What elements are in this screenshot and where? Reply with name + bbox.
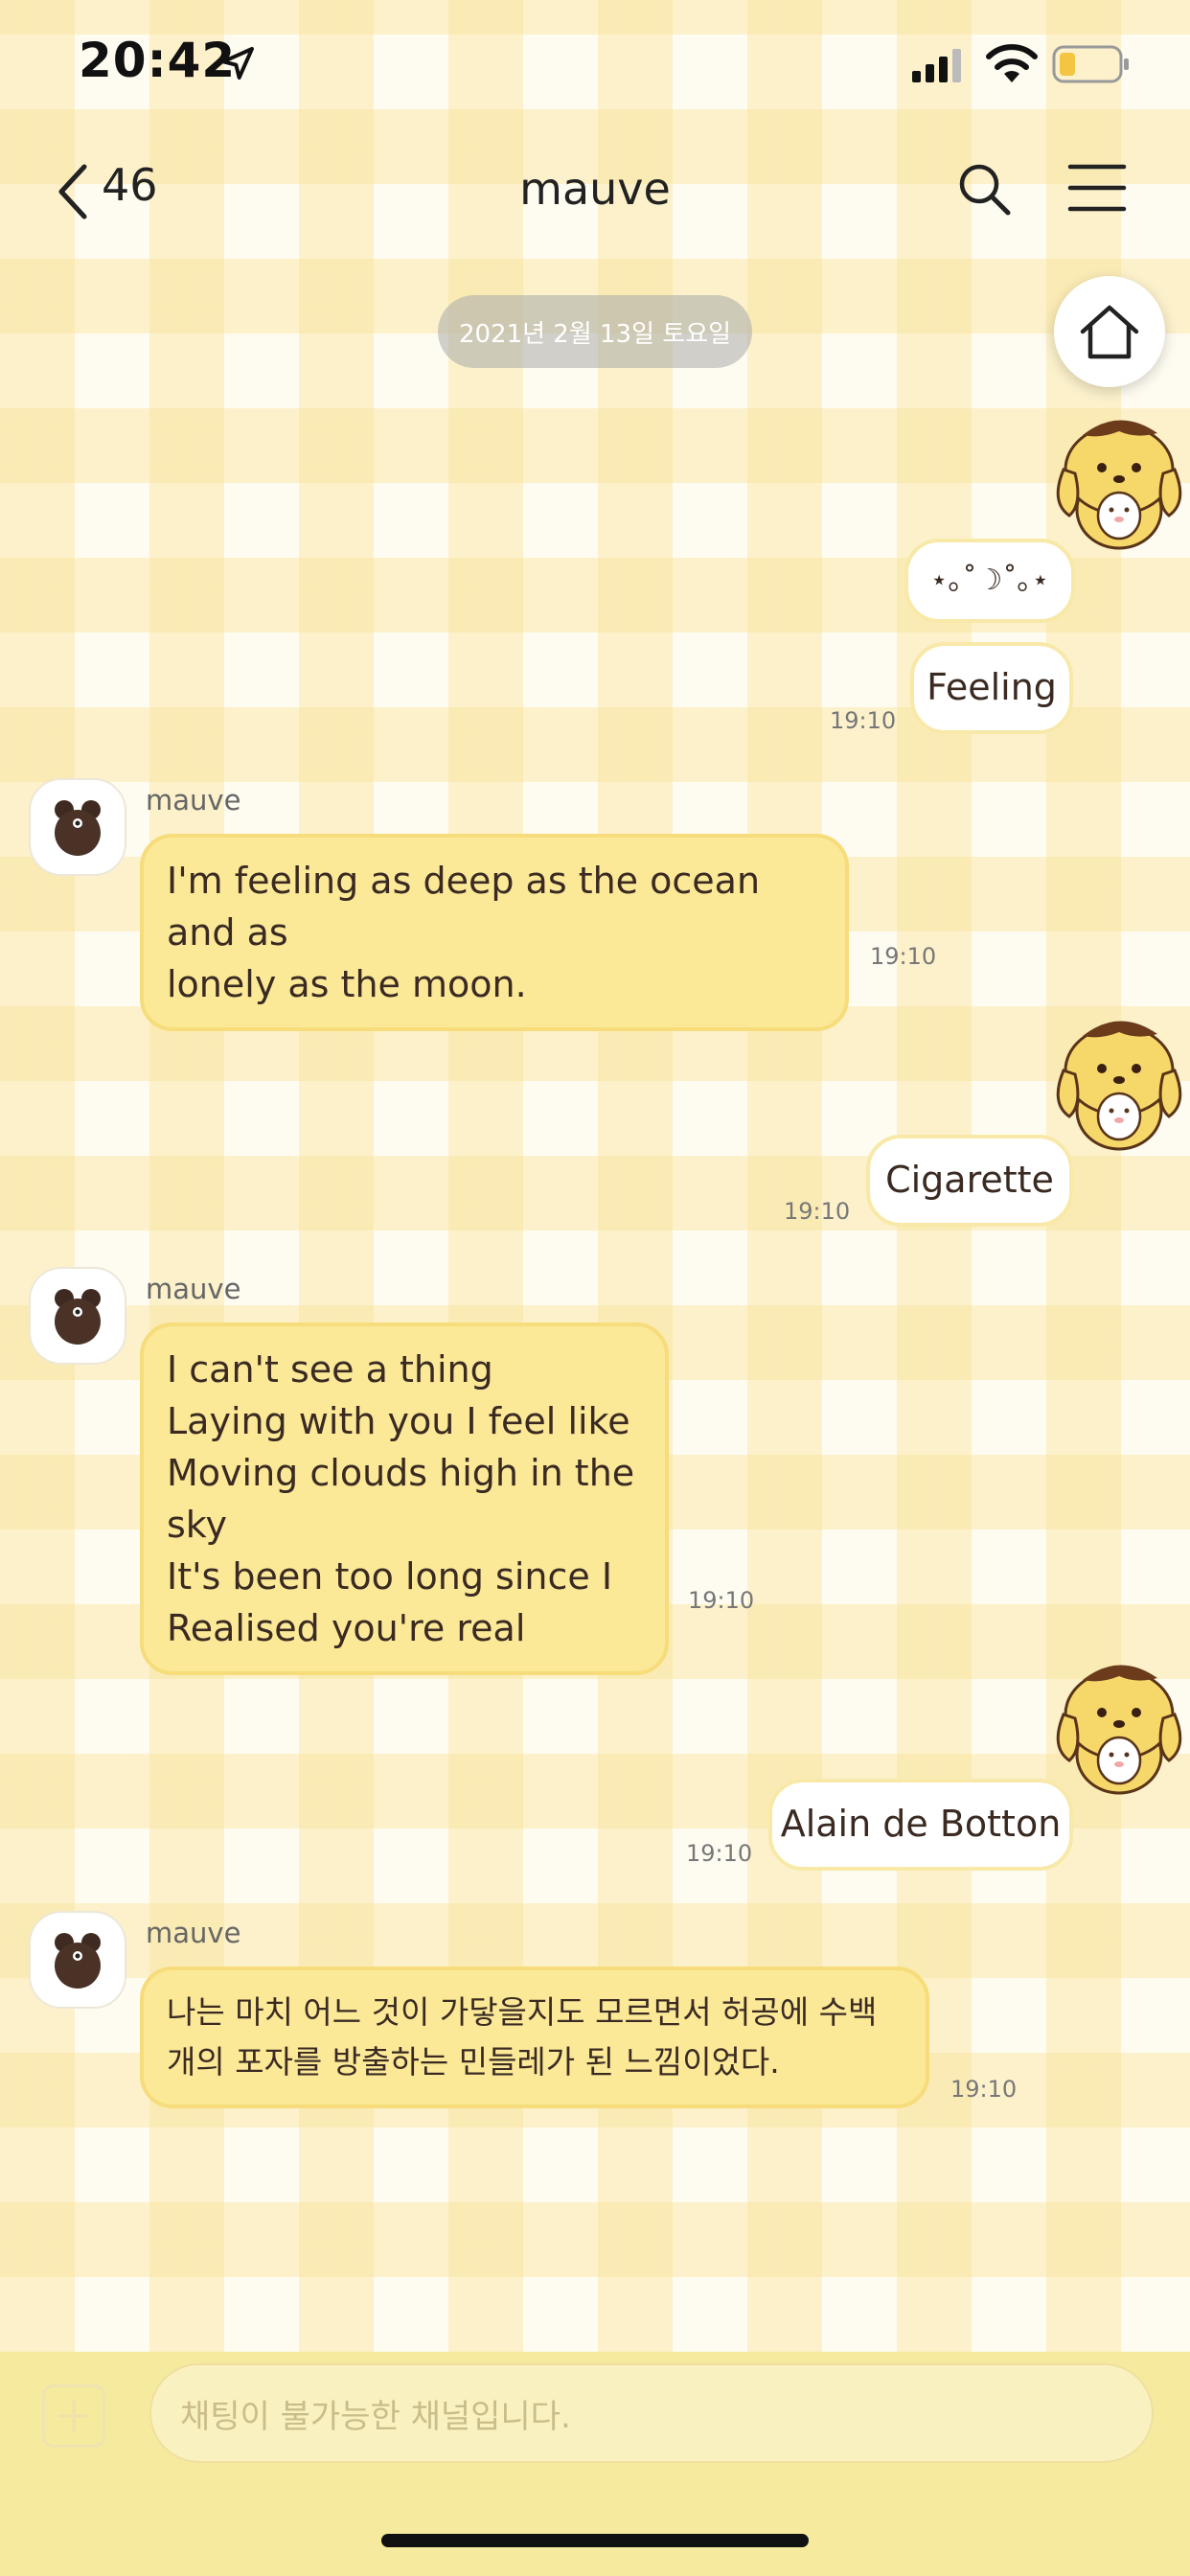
sender-name: mauve xyxy=(146,784,241,816)
message-time: 19:10 xyxy=(950,2076,1018,2103)
mascot-sticker-icon xyxy=(1056,420,1182,550)
avatar[interactable] xyxy=(29,778,126,876)
message-time: 19:10 xyxy=(784,1198,851,1225)
mascot-sticker-icon xyxy=(1056,1021,1182,1151)
incoming-message[interactable]: I can't see a thing Laying with you I fe… xyxy=(140,1322,669,1675)
message-input[interactable]: 채팅이 불가능한 채널입니다. xyxy=(149,2363,1154,2463)
status-time: 20:42 xyxy=(79,33,237,88)
home-button[interactable] xyxy=(1054,276,1165,387)
mascot-sticker-icon xyxy=(1056,1665,1182,1795)
menu-icon[interactable] xyxy=(1067,163,1127,213)
battery-icon xyxy=(1052,45,1129,83)
attach-button[interactable] xyxy=(42,2384,105,2448)
bear-avatar-icon xyxy=(55,1289,101,1345)
cellular-signal-icon xyxy=(912,49,961,82)
message-time: 19:10 xyxy=(686,1840,753,1867)
sender-name: mauve xyxy=(146,1917,241,1949)
outgoing-message[interactable]: Alain de Botton xyxy=(768,1779,1073,1871)
message-time: 19:10 xyxy=(688,1587,755,1614)
message-time: 19:10 xyxy=(830,707,897,734)
date-divider: 2021년 2월 13일 토요일 xyxy=(438,295,752,368)
avatar[interactable] xyxy=(29,1911,126,2009)
avatar[interactable] xyxy=(29,1267,126,1365)
outgoing-message[interactable]: Feeling xyxy=(910,642,1073,734)
outgoing-message[interactable]: Cigarette xyxy=(866,1135,1073,1227)
wifi-icon xyxy=(986,44,1038,82)
plus-icon xyxy=(58,2401,89,2431)
bear-avatar-icon xyxy=(55,1933,101,1989)
incoming-message[interactable]: I'm feeling as deep as the ocean and as … xyxy=(140,834,849,1031)
location-arrow-icon xyxy=(221,47,254,80)
home-indicator xyxy=(381,2534,809,2547)
bear-avatar-icon xyxy=(55,800,101,856)
sender-name: mauve xyxy=(146,1273,241,1305)
home-icon xyxy=(1080,305,1139,359)
incoming-message[interactable]: 나는 마치 어느 것이 가닿을지도 모르면서 허공에 수백 개의 포자를 방출하… xyxy=(140,1966,929,2108)
outgoing-message[interactable]: ⋆｡˚☽˚｡⋆ xyxy=(904,539,1075,623)
message-time: 19:10 xyxy=(870,943,937,970)
search-icon[interactable] xyxy=(956,161,1012,217)
